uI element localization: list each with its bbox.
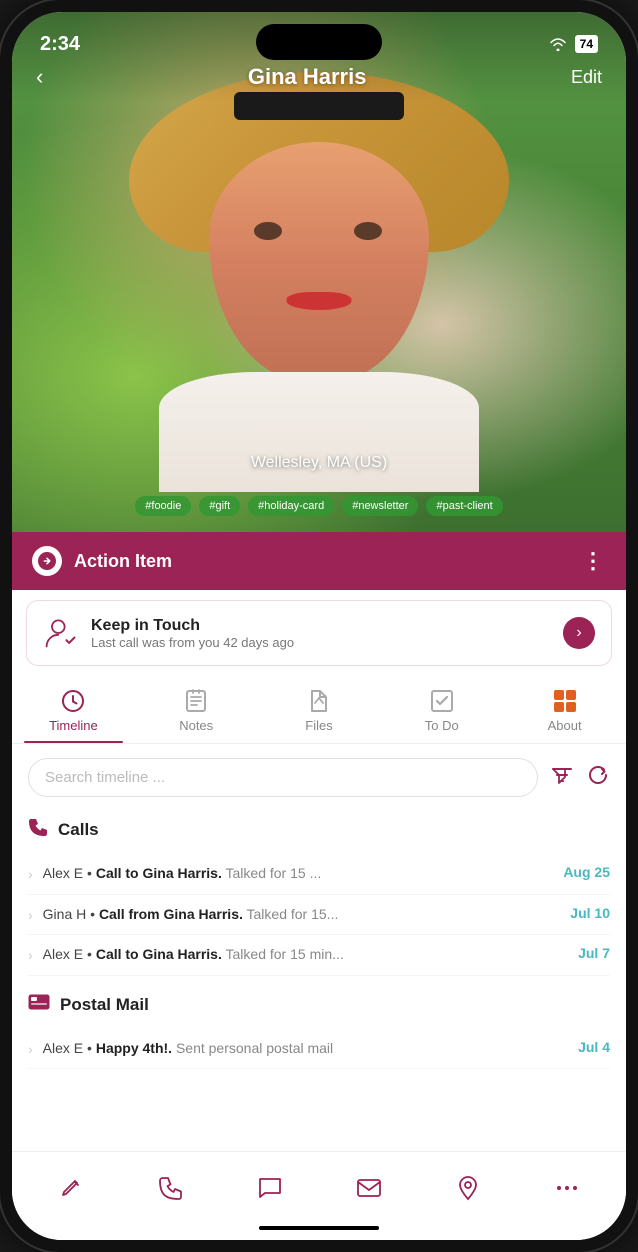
postal-desc-1: Happy 4th!. — [96, 1040, 172, 1056]
hero-area: ‹ Gina Harris Edit Wellesley, MA (US) #f… — [12, 12, 626, 532]
refresh-button[interactable] — [586, 763, 610, 793]
action-dots-button[interactable]: ⋮ — [582, 548, 606, 574]
call-item-2[interactable]: › Gina H • Call from Gina Harris. Talked… — [28, 895, 610, 936]
postal-text-1: Alex E • Happy 4th!. Sent personal posta… — [43, 1039, 568, 1059]
home-indicator — [259, 1226, 379, 1230]
message-action-button[interactable] — [248, 1166, 292, 1210]
timeline-icon — [60, 688, 86, 714]
tags-area: #foodie #gift #holiday-card #newsletter … — [12, 496, 626, 516]
call-date-1: Aug 25 — [563, 864, 610, 880]
tag-holiday-card[interactable]: #holiday-card — [248, 496, 334, 516]
notes-icon — [183, 688, 209, 714]
battery-icon: 74 — [575, 35, 598, 53]
contact-photo — [129, 72, 509, 492]
call-text-2: Gina H • Call from Gina Harris. Talked f… — [43, 905, 561, 925]
tab-timeline-label: Timeline — [49, 718, 98, 733]
tab-todo-label: To Do — [425, 718, 459, 733]
keep-in-touch-title: Keep in Touch — [91, 617, 294, 635]
postal-mail-icon — [28, 994, 50, 1017]
keep-in-touch-card[interactable]: Keep in Touch Last call was from you 42 … — [26, 600, 612, 666]
chevron-icon-1: › — [28, 866, 33, 882]
keep-touch-arrow[interactable]: › — [563, 617, 595, 649]
about-icon — [552, 688, 578, 714]
call-person-3: Alex E — [43, 946, 83, 962]
call-detail-1: Talked for 15 ... — [226, 865, 322, 881]
action-item-icon — [32, 546, 62, 576]
edit-action-button[interactable] — [50, 1166, 94, 1210]
tag-past-client[interactable]: #past-client — [426, 496, 502, 516]
call-item-1[interactable]: › Alex E • Call to Gina Harris. Talked f… — [28, 854, 610, 895]
call-item-3[interactable]: › Alex E • Call to Gina Harris. Talked f… — [28, 935, 610, 976]
tab-about[interactable]: About — [503, 680, 626, 743]
call-detail-2: Talked for 15... — [247, 906, 339, 922]
calls-section-header: Calls — [28, 817, 610, 842]
back-button[interactable]: ‹ — [36, 64, 43, 90]
timeline-content: Search timeline ... — [12, 744, 626, 1151]
call-action-button[interactable] — [149, 1166, 193, 1210]
call-text-1: Alex E • Call to Gina Harris. Talked for… — [43, 864, 554, 884]
edit-button[interactable]: Edit — [571, 67, 602, 88]
postal-mail-title: Postal Mail — [60, 995, 149, 1015]
call-detail-3: Talked for 15 min... — [226, 946, 344, 962]
call-text-3: Alex E • Call to Gina Harris. Talked for… — [43, 945, 568, 965]
postal-mail-section: Postal Mail › Alex E • Happy 4th!. Sent … — [28, 994, 610, 1070]
postal-date-1: Jul 4 — [578, 1039, 610, 1055]
email-action-button[interactable] — [347, 1166, 391, 1210]
call-date-2: Jul 10 — [570, 905, 610, 921]
call-desc-3: Call to Gina Harris. — [96, 946, 222, 962]
search-bar: Search timeline ... — [28, 758, 610, 797]
action-item-left: Action Item — [32, 546, 172, 576]
contact-name: Gina Harris — [248, 64, 367, 90]
person-check-icon — [43, 615, 79, 651]
call-person-2: Gina H — [43, 906, 87, 922]
tag-foodie[interactable]: #foodie — [135, 496, 191, 516]
dynamic-island — [256, 24, 382, 60]
tab-bar: Timeline Notes — [12, 676, 626, 744]
keep-touch-left: Keep in Touch Last call was from you 42 … — [43, 615, 294, 651]
action-item-bar[interactable]: Action Item ⋮ — [12, 532, 626, 590]
action-item-label: Action Item — [74, 551, 172, 572]
phone-frame: 2:34 74 — [0, 0, 638, 1252]
postal-section-header: Postal Mail — [28, 994, 610, 1017]
search-input-wrap[interactable]: Search timeline ... — [28, 758, 538, 797]
location-area: Wellesley, MA (US) — [12, 454, 626, 472]
status-icons: 74 — [549, 35, 598, 53]
wifi-icon — [549, 37, 567, 51]
tab-notes-label: Notes — [179, 718, 213, 733]
todo-icon — [429, 688, 455, 714]
tab-todo[interactable]: To Do — [380, 680, 503, 743]
content-area: Action Item ⋮ Keep in Touch — [12, 532, 626, 1240]
tab-notes[interactable]: Notes — [135, 680, 258, 743]
keep-touch-content: Keep in Touch Last call was from you 42 … — [91, 617, 294, 650]
location-action-button[interactable] — [446, 1166, 490, 1210]
location-text: Wellesley, MA (US) — [251, 454, 387, 471]
filter-button[interactable] — [550, 763, 574, 793]
tag-newsletter[interactable]: #newsletter — [342, 496, 418, 516]
search-actions — [550, 763, 610, 793]
call-person-1: Alex E — [43, 865, 83, 881]
status-time: 2:34 — [40, 33, 80, 56]
calls-title: Calls — [58, 820, 99, 840]
call-desc-1: Call to Gina Harris. — [96, 865, 222, 881]
tab-about-label: About — [548, 718, 582, 733]
tab-files[interactable]: Files — [258, 680, 381, 743]
call-date-3: Jul 7 — [578, 945, 610, 961]
arrow-right-icon — [38, 552, 56, 570]
more-action-button[interactable] — [545, 1166, 589, 1210]
tab-timeline[interactable]: Timeline — [12, 680, 135, 743]
chevron-icon-2: › — [28, 907, 33, 923]
chevron-icon-postal-1: › — [28, 1041, 33, 1057]
keep-in-touch-subtitle: Last call was from you 42 days ago — [91, 635, 294, 650]
postal-item-1[interactable]: › Alex E • Happy 4th!. Sent personal pos… — [28, 1029, 610, 1070]
call-desc-2: Call from Gina Harris. — [99, 906, 243, 922]
tag-gift[interactable]: #gift — [199, 496, 240, 516]
tab-files-label: Files — [305, 718, 332, 733]
search-placeholder: Search timeline ... — [45, 769, 165, 786]
phone-icon — [28, 817, 48, 842]
phone-screen: 2:34 74 — [12, 12, 626, 1240]
postal-detail-1: Sent personal postal mail — [176, 1040, 333, 1056]
postal-person-1: Alex E — [43, 1040, 83, 1056]
files-icon — [306, 688, 332, 714]
chevron-icon-3: › — [28, 947, 33, 963]
